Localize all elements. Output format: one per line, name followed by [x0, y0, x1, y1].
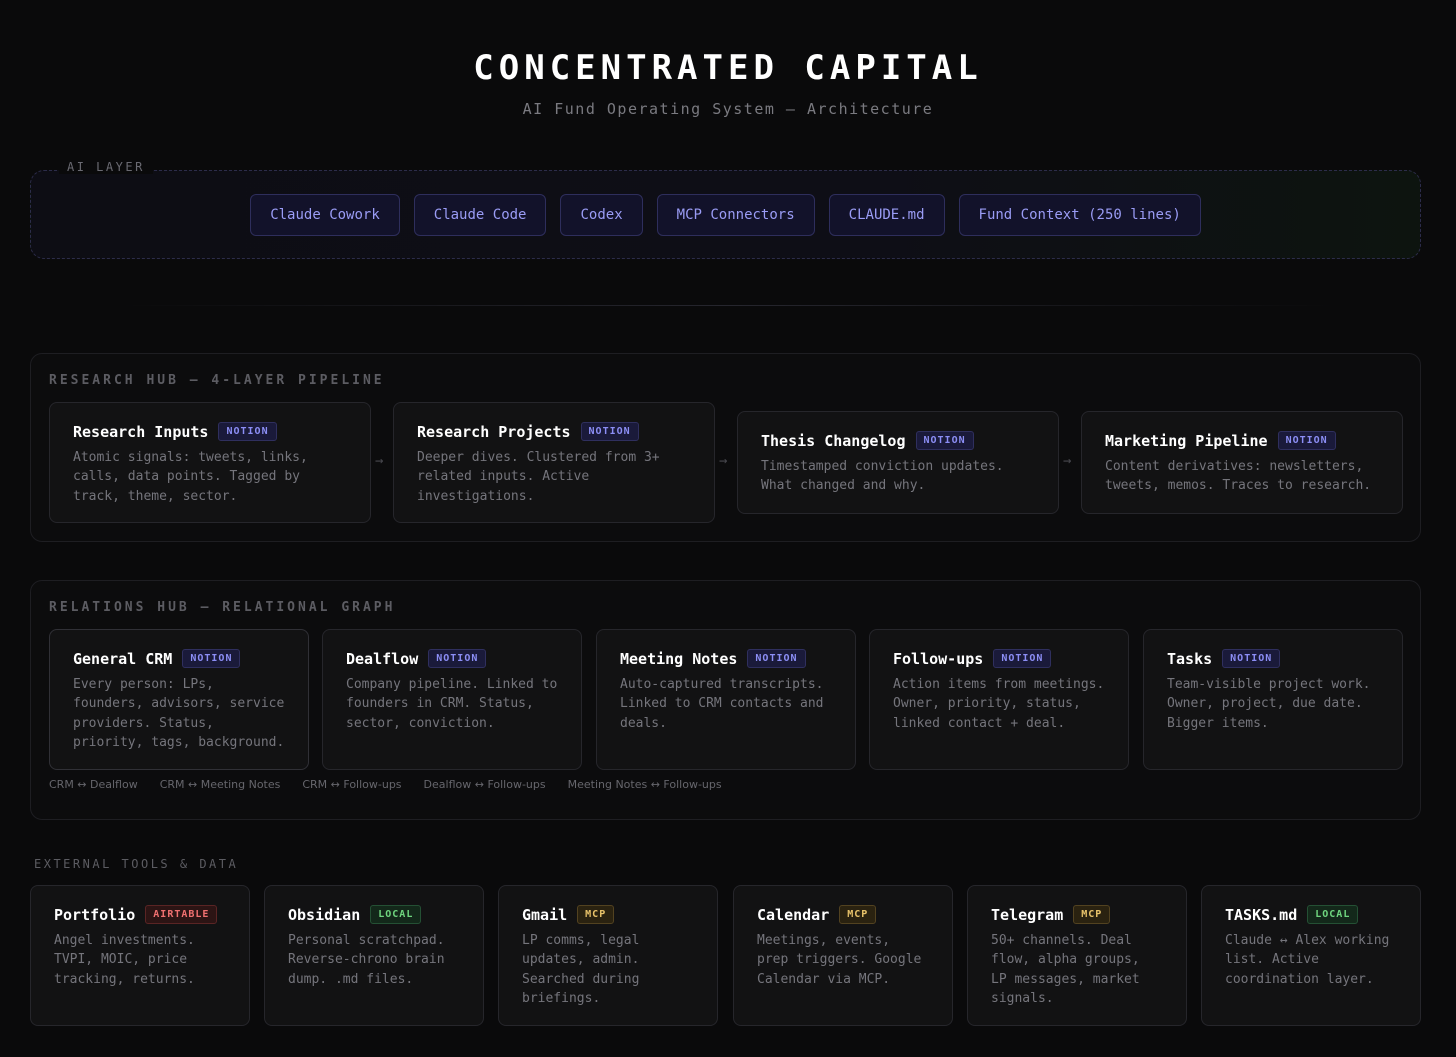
relation-link: CRM ↔ Meeting Notes [159, 778, 281, 791]
relation-link: CRM ↔ Dealflow [49, 778, 138, 791]
card-title: General CRM [73, 649, 173, 668]
card-title: Telegram [991, 905, 1064, 924]
card-title: Research Inputs [73, 422, 209, 441]
card-title: Gmail [522, 905, 568, 924]
chip-claude-code[interactable]: Claude Code [413, 194, 547, 236]
external-tools-title: EXTERNAL TOOLS & DATA [34, 857, 239, 871]
source-badge: NOTION [915, 431, 974, 450]
card-description: Angel investments. TVPI, MOIC, price tra… [54, 933, 195, 987]
arrow-right-icon: → [1063, 453, 1072, 469]
source-badge: AIRTABLE [145, 905, 218, 924]
source-badge: NOTION [182, 649, 241, 668]
relation-link: Meeting Notes ↔ Follow-ups [567, 778, 722, 791]
card-title: Portfolio [54, 905, 136, 924]
card-calendar[interactable]: Calendar MCP Meetings, events, prep trig… [733, 885, 953, 1026]
chip-mcp-connectors[interactable]: MCP Connectors [656, 194, 815, 236]
arrow-right-icon: → [719, 453, 728, 469]
card-title: Thesis Changelog [761, 431, 906, 450]
card-description: Auto-captured transcripts. Linked to CRM… [620, 677, 824, 731]
card-description: Deeper dives. Clustered from 3+ related … [417, 450, 660, 504]
card-marketing-pipeline[interactable]: Marketing Pipeline NOTION Content deriva… [1081, 411, 1403, 514]
card-meeting-notes[interactable]: Meeting Notes NOTION Auto-captured trans… [596, 629, 856, 770]
card-description: Atomic signals: tweets, links, calls, da… [73, 450, 308, 504]
card-title: Obsidian [288, 905, 361, 924]
card-title: TASKS.md [1225, 905, 1298, 924]
relation-link: CRM ↔ Follow-ups [302, 778, 402, 791]
card-title: Calendar [757, 905, 830, 924]
card-title: Marketing Pipeline [1105, 431, 1268, 450]
source-badge: MCP [839, 905, 877, 924]
source-badge: NOTION [993, 649, 1052, 668]
source-badge: NOTION [218, 422, 277, 441]
card-tasks-md[interactable]: TASKS.md LOCAL Claude ↔ Alex working lis… [1201, 885, 1421, 1026]
page-title: CONCENTRATED CAPITAL [473, 48, 983, 88]
card-title: Dealflow [346, 649, 419, 668]
page-header: CONCENTRATED CAPITAL AI Fund Operating S… [0, 48, 1456, 118]
card-description: Team-visible project work. Owner, projec… [1167, 677, 1371, 731]
relations-hub-title: RELATIONS HUB — RELATIONAL GRAPH [49, 600, 396, 615]
source-badge: NOTION [1222, 649, 1281, 668]
research-hub-section: RESEARCH HUB — 4-LAYER PIPELINE Research… [30, 353, 1421, 542]
card-description: Action items from meetings. Owner, prior… [893, 677, 1105, 731]
card-description: Every person: LPs, founders, advisors, s… [73, 677, 285, 750]
card-description: Meetings, events, prep triggers. Google … [757, 933, 922, 987]
chip-claude-md[interactable]: CLAUDE.md [828, 194, 945, 236]
relation-link: Dealflow ↔ Follow-ups [423, 778, 546, 791]
card-tasks[interactable]: Tasks NOTION Team-visible project work. … [1143, 629, 1403, 770]
card-description: Claude ↔ Alex working list. Active coord… [1225, 933, 1390, 987]
source-badge: LOCAL [370, 905, 422, 924]
ai-layer-chips: Claude Cowork Claude Code Codex MCP Conn… [31, 194, 1420, 236]
research-hub-title: RESEARCH HUB — 4-LAYER PIPELINE [49, 373, 385, 388]
card-title: Follow-ups [893, 649, 984, 668]
source-badge: NOTION [580, 422, 639, 441]
chip-fund-context[interactable]: Fund Context (250 lines) [958, 194, 1201, 236]
source-badge: MCP [1073, 905, 1111, 924]
card-title: Meeting Notes [620, 649, 738, 668]
card-research-projects[interactable]: Research Projects NOTION Deeper dives. C… [393, 402, 715, 523]
ai-layer-label: AI LAYER [59, 160, 153, 174]
card-general-crm[interactable]: General CRM NOTION Every person: LPs, fo… [49, 629, 309, 770]
card-follow-ups[interactable]: Follow-ups NOTION Action items from meet… [869, 629, 1129, 770]
source-badge: MCP [577, 905, 615, 924]
chip-codex[interactable]: Codex [560, 194, 643, 236]
section-divider [120, 305, 1336, 306]
card-telegram[interactable]: Telegram MCP 50+ channels. Deal flow, al… [967, 885, 1187, 1026]
page-subtitle: AI Fund Operating System — Architecture [522, 100, 934, 118]
card-thesis-changelog[interactable]: Thesis Changelog NOTION Timestamped conv… [737, 411, 1059, 514]
card-description: 50+ channels. Deal flow, alpha groups, L… [991, 933, 1140, 1006]
card-title: Research Projects [417, 422, 571, 441]
card-portfolio[interactable]: Portfolio AIRTABLE Angel investments. TV… [30, 885, 250, 1026]
source-badge: NOTION [428, 649, 487, 668]
ai-layer-section: AI LAYER Claude Cowork Claude Code Codex… [30, 160, 1421, 259]
arrow-right-icon: → [375, 453, 384, 469]
card-dealflow[interactable]: Dealflow NOTION Company pipeline. Linked… [322, 629, 582, 770]
card-description: LP comms, legal updates, admin. Searched… [522, 933, 640, 1006]
source-badge: LOCAL [1307, 905, 1359, 924]
chip-claude-cowork[interactable]: Claude Cowork [250, 194, 400, 236]
card-description: Personal scratchpad. Reverse-chrono brai… [288, 933, 445, 987]
card-research-inputs[interactable]: Research Inputs NOTION Atomic signals: t… [49, 402, 371, 523]
source-badge: NOTION [747, 649, 806, 668]
card-gmail[interactable]: Gmail MCP LP comms, legal updates, admin… [498, 885, 718, 1026]
card-obsidian[interactable]: Obsidian LOCAL Personal scratchpad. Reve… [264, 885, 484, 1026]
card-description: Content derivatives: newsletters, tweets… [1105, 459, 1372, 494]
card-description: Company pipeline. Linked to founders in … [346, 677, 558, 731]
card-title: Tasks [1167, 649, 1213, 668]
relation-links: CRM ↔ Dealflow CRM ↔ Meeting Notes CRM ↔… [49, 778, 722, 791]
card-description: Timestamped conviction updates. What cha… [761, 459, 1004, 494]
source-badge: NOTION [1277, 431, 1336, 450]
relations-hub-section: RELATIONS HUB — RELATIONAL GRAPH General… [30, 580, 1421, 820]
